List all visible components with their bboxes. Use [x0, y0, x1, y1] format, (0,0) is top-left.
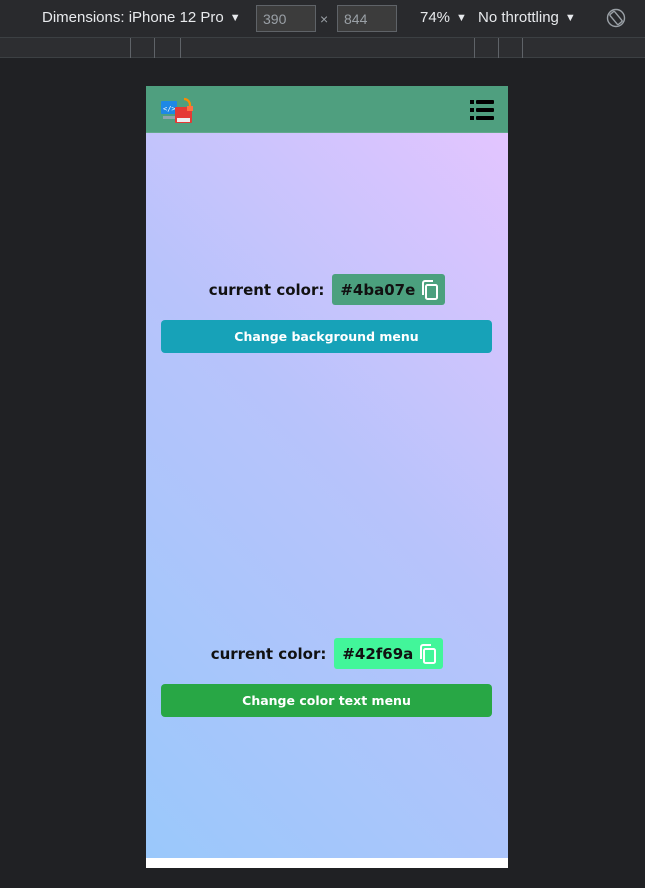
- device-selector[interactable]: Dimensions: iPhone 12 Pro ▼: [42, 9, 241, 26]
- list-menu-icon[interactable]: [470, 99, 494, 121]
- change-background-menu-button[interactable]: Change background menu: [161, 320, 492, 353]
- ruler-tick: [474, 38, 475, 58]
- ruler-tick: [522, 38, 523, 58]
- width-input[interactable]: [256, 5, 316, 32]
- app-body: current color: #4ba07e Change background…: [146, 133, 508, 858]
- devtools-device-toolbar: Dimensions: iPhone 12 Pro ▼ × 74% ▼ No t…: [0, 0, 645, 37]
- ruler-tick: [498, 38, 499, 58]
- device-label: Dimensions: iPhone 12 Pro: [42, 9, 224, 26]
- ruler-tick: [130, 38, 131, 58]
- device-viewport: </> current color: #4ba07e Change backgr…: [146, 86, 508, 868]
- color-value: #42f69a: [342, 644, 414, 663]
- app-header: </>: [146, 86, 508, 133]
- copy-icon[interactable]: [419, 643, 437, 664]
- background-color-chip[interactable]: #4ba07e: [332, 274, 446, 305]
- zoom-selector[interactable]: 74% ▼: [420, 9, 467, 26]
- rotate-icon[interactable]: [606, 8, 626, 28]
- throttle-label: No throttling: [478, 9, 559, 26]
- zoom-label: 74%: [420, 9, 451, 26]
- chevron-down-icon: ▼: [564, 11, 576, 24]
- current-color-label: current color:: [210, 644, 327, 663]
- ruler-tick: [154, 38, 155, 58]
- dev-tools-logo-icon: </>: [161, 97, 193, 123]
- chevron-down-icon: ▼: [456, 11, 467, 24]
- dimension-separator: ×: [320, 11, 329, 27]
- change-color-text-menu-button[interactable]: Change color text menu: [161, 684, 492, 717]
- text-color-row: current color: #42f69a: [146, 638, 508, 669]
- media-query-ruler: [0, 37, 645, 58]
- throttle-selector[interactable]: No throttling ▼: [478, 9, 576, 26]
- height-input[interactable]: [337, 5, 397, 32]
- color-value: #4ba07e: [340, 280, 416, 299]
- svg-text:</>: </>: [163, 105, 176, 113]
- copy-icon[interactable]: [421, 279, 439, 300]
- ruler-tick: [180, 38, 181, 58]
- current-color-label: current color:: [208, 280, 325, 299]
- text-color-chip[interactable]: #42f69a: [334, 638, 444, 669]
- chevron-down-icon: ▼: [229, 11, 241, 24]
- background-color-row: current color: #4ba07e: [146, 274, 508, 305]
